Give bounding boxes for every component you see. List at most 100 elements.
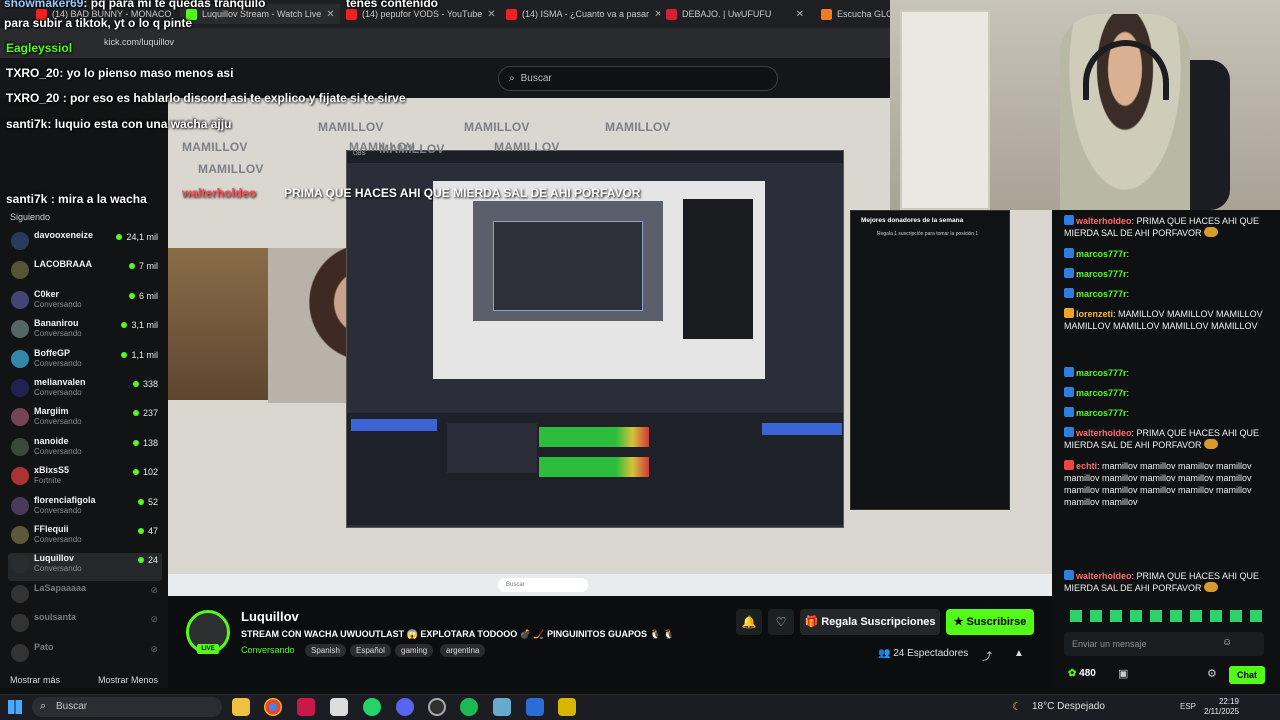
- channel-category: Conversando: [34, 299, 82, 309]
- avatar: [11, 614, 29, 633]
- channel-category: Conversando: [34, 446, 82, 456]
- sidebar-channel[interactable]: C0ker Conversando 6 mil: [8, 289, 162, 317]
- watermark: MAMILLOV: [379, 142, 445, 156]
- live-dot-icon: [132, 410, 139, 417]
- language-indicator[interactable]: ESP: [1180, 702, 1196, 711]
- following-heading: Siguiendo: [10, 212, 51, 222]
- follow-heart-icon[interactable]: ♡: [768, 609, 794, 635]
- channel-name: soulsanta: [34, 612, 77, 623]
- sidebar-channel[interactable]: soulsanta ⊘: [8, 612, 162, 640]
- emote-bar[interactable]: [1064, 607, 1274, 625]
- show-more-button[interactable]: Mostrar más: [10, 675, 60, 685]
- leaderboard-sub: Regala 1 suscripción para tomar la posic…: [877, 231, 979, 237]
- chat-message: echti: mamillov mamillov mamillov mamill…: [1064, 460, 1252, 507]
- channel-category: Conversando: [34, 388, 82, 397]
- obs-icon[interactable]: [428, 698, 446, 716]
- live-badge: LIVE: [197, 644, 219, 654]
- sidebar-channel[interactable]: Luquillov Conversando 24: [8, 553, 162, 582]
- tiktok-icon[interactable]: [297, 698, 315, 716]
- close-tab-icon[interactable]: ✕: [487, 9, 495, 20]
- gift-icon[interactable]: ▣: [1118, 667, 1128, 680]
- live-dot-icon: [128, 292, 135, 299]
- channel-name: melianvalen: [34, 377, 86, 387]
- close-tab-icon[interactable]: ✕: [796, 9, 810, 20]
- tab-uwufufu[interactable]: DEBAJO. | UwUFUFU ✕: [660, 4, 810, 24]
- url-text[interactable]: kick.com/luquillov: [104, 37, 174, 47]
- sidebar-channel[interactable]: LACOBRAAA 7 mil: [8, 259, 162, 287]
- tag[interactable]: gaming: [395, 644, 434, 657]
- channel-name: florenciafigola: [34, 494, 96, 505]
- weather-text[interactable]: 18°C Despejado: [1032, 701, 1105, 712]
- search-input[interactable]: ⌕ Buscar: [498, 66, 778, 91]
- offline-icon: ⊘: [150, 643, 158, 654]
- sidebar-channel[interactable]: LaSapaaaaa ⊘: [8, 583, 162, 611]
- live-dot-icon: [132, 469, 139, 476]
- gift-subs-button[interactable]: 🎁 Regala Suscripciones: [800, 609, 940, 635]
- chrome-icon[interactable]: [264, 698, 282, 716]
- avatar: [11, 379, 29, 397]
- tab-isma[interactable]: (14) ISMA - ¿Cuanto va a pasar ✕: [500, 4, 660, 24]
- sidebar-channel[interactable]: FFlequii Conversando 47: [8, 524, 162, 552]
- notification-bell-icon[interactable]: 🔔: [736, 609, 762, 635]
- report-icon[interactable]: ▲: [1014, 648, 1024, 659]
- taskbar-search[interactable]: Buscar: [32, 697, 222, 717]
- emote-picker-icon[interactable]: ☺: [1222, 637, 1232, 648]
- discord-icon[interactable]: [396, 698, 414, 716]
- sidebar-channel[interactable]: florenciafigola Conversando 52: [8, 495, 162, 523]
- viewer-count-text: 24,1 mil: [126, 232, 158, 242]
- tag[interactable]: argentina: [440, 644, 486, 657]
- viewer-count-text: 237: [142, 408, 158, 419]
- send-chat-button[interactable]: Chat: [1229, 666, 1265, 684]
- app-icon[interactable]: [330, 698, 348, 716]
- chat-message: walterholdeo: PRIMA QUE HACES AHI QUE MI…: [1064, 427, 1260, 450]
- users-icon: 👥: [878, 648, 891, 659]
- sidebar-channel[interactable]: BoffeGP Conversando 1,1 mil: [8, 348, 162, 376]
- tab-glopi[interactable]: Escucha GLOPI: [815, 4, 890, 24]
- sidebar-channel[interactable]: nanoide Conversando 138: [8, 436, 162, 464]
- sidebar-channel[interactable]: Margiim Conversando 237: [8, 406, 162, 434]
- viewer-count: 1,1 mil: [121, 350, 158, 360]
- sidebar-channel[interactable]: Pato ⊘: [8, 642, 162, 670]
- viewer-count: ⊘: [150, 644, 158, 655]
- avatar: [11, 408, 29, 427]
- channel-name: C0ker: [34, 288, 60, 299]
- share-icon[interactable]: ⤴: [982, 648, 992, 663]
- sidebar-channel[interactable]: davooxeneize 24,1 mil: [8, 230, 162, 258]
- settings-icon[interactable]: ⚙: [1207, 667, 1217, 680]
- channel-name: davooxeneize: [34, 230, 94, 240]
- music-icon: [821, 8, 832, 20]
- chat-input[interactable]: Enviar un mensaje: [1064, 632, 1264, 656]
- obs-window: OBS: [346, 150, 844, 528]
- app-icon[interactable]: [558, 698, 576, 716]
- viewer-count-text: 3,1 mil: [131, 320, 158, 331]
- viewer-count-text: 102: [142, 467, 158, 478]
- file-explorer-icon[interactable]: [232, 698, 250, 716]
- avatar: [11, 496, 29, 515]
- whatsapp-icon[interactable]: [363, 698, 381, 716]
- live-dot-icon: [116, 234, 123, 240]
- viewer-count: 3,1 mil: [121, 320, 158, 330]
- live-dot-icon: [132, 439, 139, 446]
- tag[interactable]: Español: [350, 644, 391, 657]
- tag[interactable]: Spanish: [305, 644, 346, 657]
- clock[interactable]: 22:19 2/11/2025: [1204, 697, 1239, 717]
- app-icon[interactable]: [493, 698, 511, 716]
- viewer-count-text: 138: [142, 437, 158, 448]
- sidebar-channel[interactable]: Bananirou Conversando 3,1 mil: [8, 318, 162, 346]
- app-icon[interactable]: [526, 698, 544, 716]
- streamer-name[interactable]: Luquillov: [241, 609, 299, 624]
- leaderboard-title: Mejores donadores de la semana: [861, 217, 964, 224]
- stream-category[interactable]: Conversando: [241, 645, 295, 655]
- channel-name: LaSapaaaaa: [34, 582, 87, 593]
- subscribe-button[interactable]: ★ Suscribirse: [946, 609, 1034, 635]
- close-tab-icon[interactable]: ✕: [326, 9, 340, 20]
- sidebar-channel[interactable]: xBixsS5 Fortnite 102: [8, 465, 162, 493]
- star-icon: ★: [953, 616, 964, 628]
- channel-points[interactable]: ✿ 480: [1068, 668, 1096, 679]
- show-less-button[interactable]: Mostrar Menos: [98, 675, 158, 685]
- spotify-icon[interactable]: [460, 698, 478, 716]
- windows-start-icon[interactable]: [8, 700, 22, 714]
- watermark: MAMILLOV: [605, 120, 671, 134]
- watermark: MAMILLOV: [318, 120, 384, 134]
- sidebar-channel[interactable]: melianvalen Conversando 338: [8, 377, 162, 405]
